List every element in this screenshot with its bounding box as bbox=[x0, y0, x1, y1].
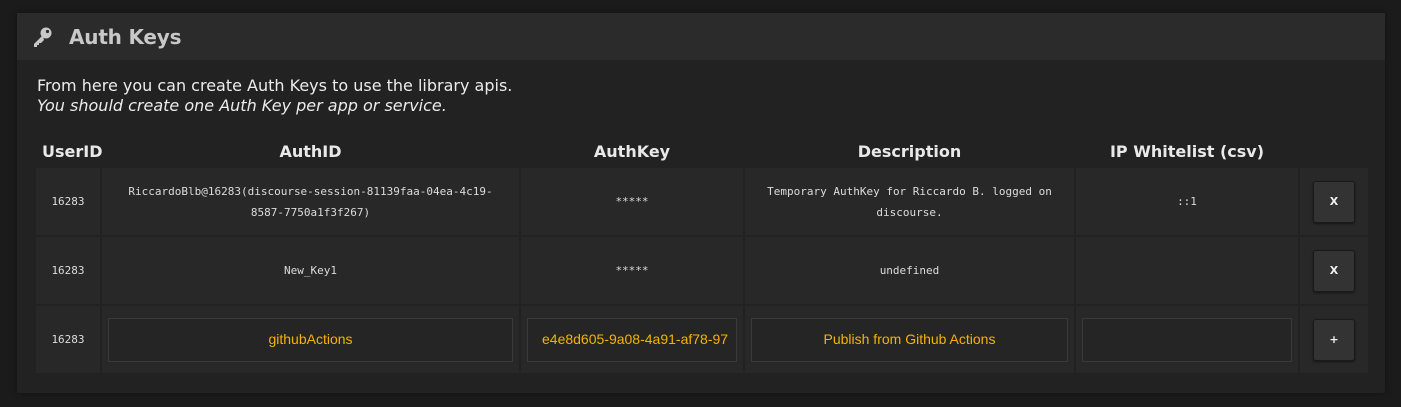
column-header-actions bbox=[1300, 136, 1368, 166]
cell-action: X bbox=[1300, 168, 1368, 235]
new-key-row: 16283 githubActions e4e8d605-9a08-4a91-a… bbox=[36, 306, 1368, 373]
table-row: 16283 RiccardoBlb@16283(discourse-sessio… bbox=[36, 168, 1368, 235]
description-input[interactable]: Publish from Github Actions bbox=[751, 317, 1068, 362]
cell-action: + bbox=[1300, 306, 1368, 373]
auth-keys-panel: Auth Keys From here you can create Auth … bbox=[17, 13, 1385, 393]
auth-id-input[interactable]: githubActions bbox=[108, 317, 513, 362]
table-header-row: UserID AuthID AuthKey Description IP Whi… bbox=[36, 136, 1368, 166]
cell-ip-whitelist: ::1 bbox=[1076, 168, 1298, 235]
key-icon bbox=[31, 26, 53, 48]
auth-keys-table: UserID AuthID AuthKey Description IP Whi… bbox=[34, 134, 1370, 375]
add-key-button[interactable]: + bbox=[1313, 318, 1355, 361]
intro-text: From here you can create Auth Keys to us… bbox=[37, 76, 512, 116]
cell-auth-id: New_Key1 bbox=[102, 237, 519, 304]
table-row: 16283 New_Key1 ***** undefined X bbox=[36, 237, 1368, 304]
intro-hint: You should create one Auth Key per app o… bbox=[37, 96, 447, 115]
auth-key-input[interactable]: e4e8d605-9a08-4a91-af78-97 bbox=[527, 317, 737, 362]
column-header-description: Description bbox=[857, 141, 962, 161]
cell-user-id: 16283 bbox=[36, 237, 100, 304]
cell-action: X bbox=[1300, 237, 1368, 304]
delete-key-button[interactable]: X bbox=[1313, 180, 1355, 223]
cell-ip-whitelist bbox=[1076, 306, 1298, 373]
cell-description: Temporary AuthKey for Riccardo B. logged… bbox=[745, 168, 1074, 235]
cell-auth-id: RiccardoBlb@16283(discourse-session-8113… bbox=[102, 168, 519, 235]
cell-user-id: 16283 bbox=[36, 168, 100, 235]
cell-ip-whitelist bbox=[1076, 237, 1298, 304]
intro-line: From here you can create Auth Keys to us… bbox=[37, 76, 513, 95]
cell-auth-id: githubActions bbox=[102, 306, 519, 373]
panel-header: Auth Keys bbox=[17, 13, 1385, 60]
ip-whitelist-input[interactable] bbox=[1082, 317, 1292, 362]
delete-key-button[interactable]: X bbox=[1313, 249, 1355, 292]
cell-auth-key: e4e8d605-9a08-4a91-af78-97 bbox=[521, 306, 743, 373]
cell-user-id: 16283 bbox=[36, 306, 100, 373]
column-header-authid: AuthID bbox=[279, 141, 342, 161]
column-header-authkey: AuthKey bbox=[593, 141, 671, 161]
page-title: Auth Keys bbox=[69, 24, 182, 49]
cell-auth-key: ***** bbox=[521, 237, 743, 304]
cell-auth-key: ***** bbox=[521, 168, 743, 235]
column-header-ip-whitelist: IP Whitelist (csv) bbox=[1109, 141, 1265, 161]
cell-description: undefined bbox=[745, 237, 1074, 304]
cell-description: Publish from Github Actions bbox=[745, 306, 1074, 373]
column-header-userid: UserID bbox=[42, 141, 103, 161]
